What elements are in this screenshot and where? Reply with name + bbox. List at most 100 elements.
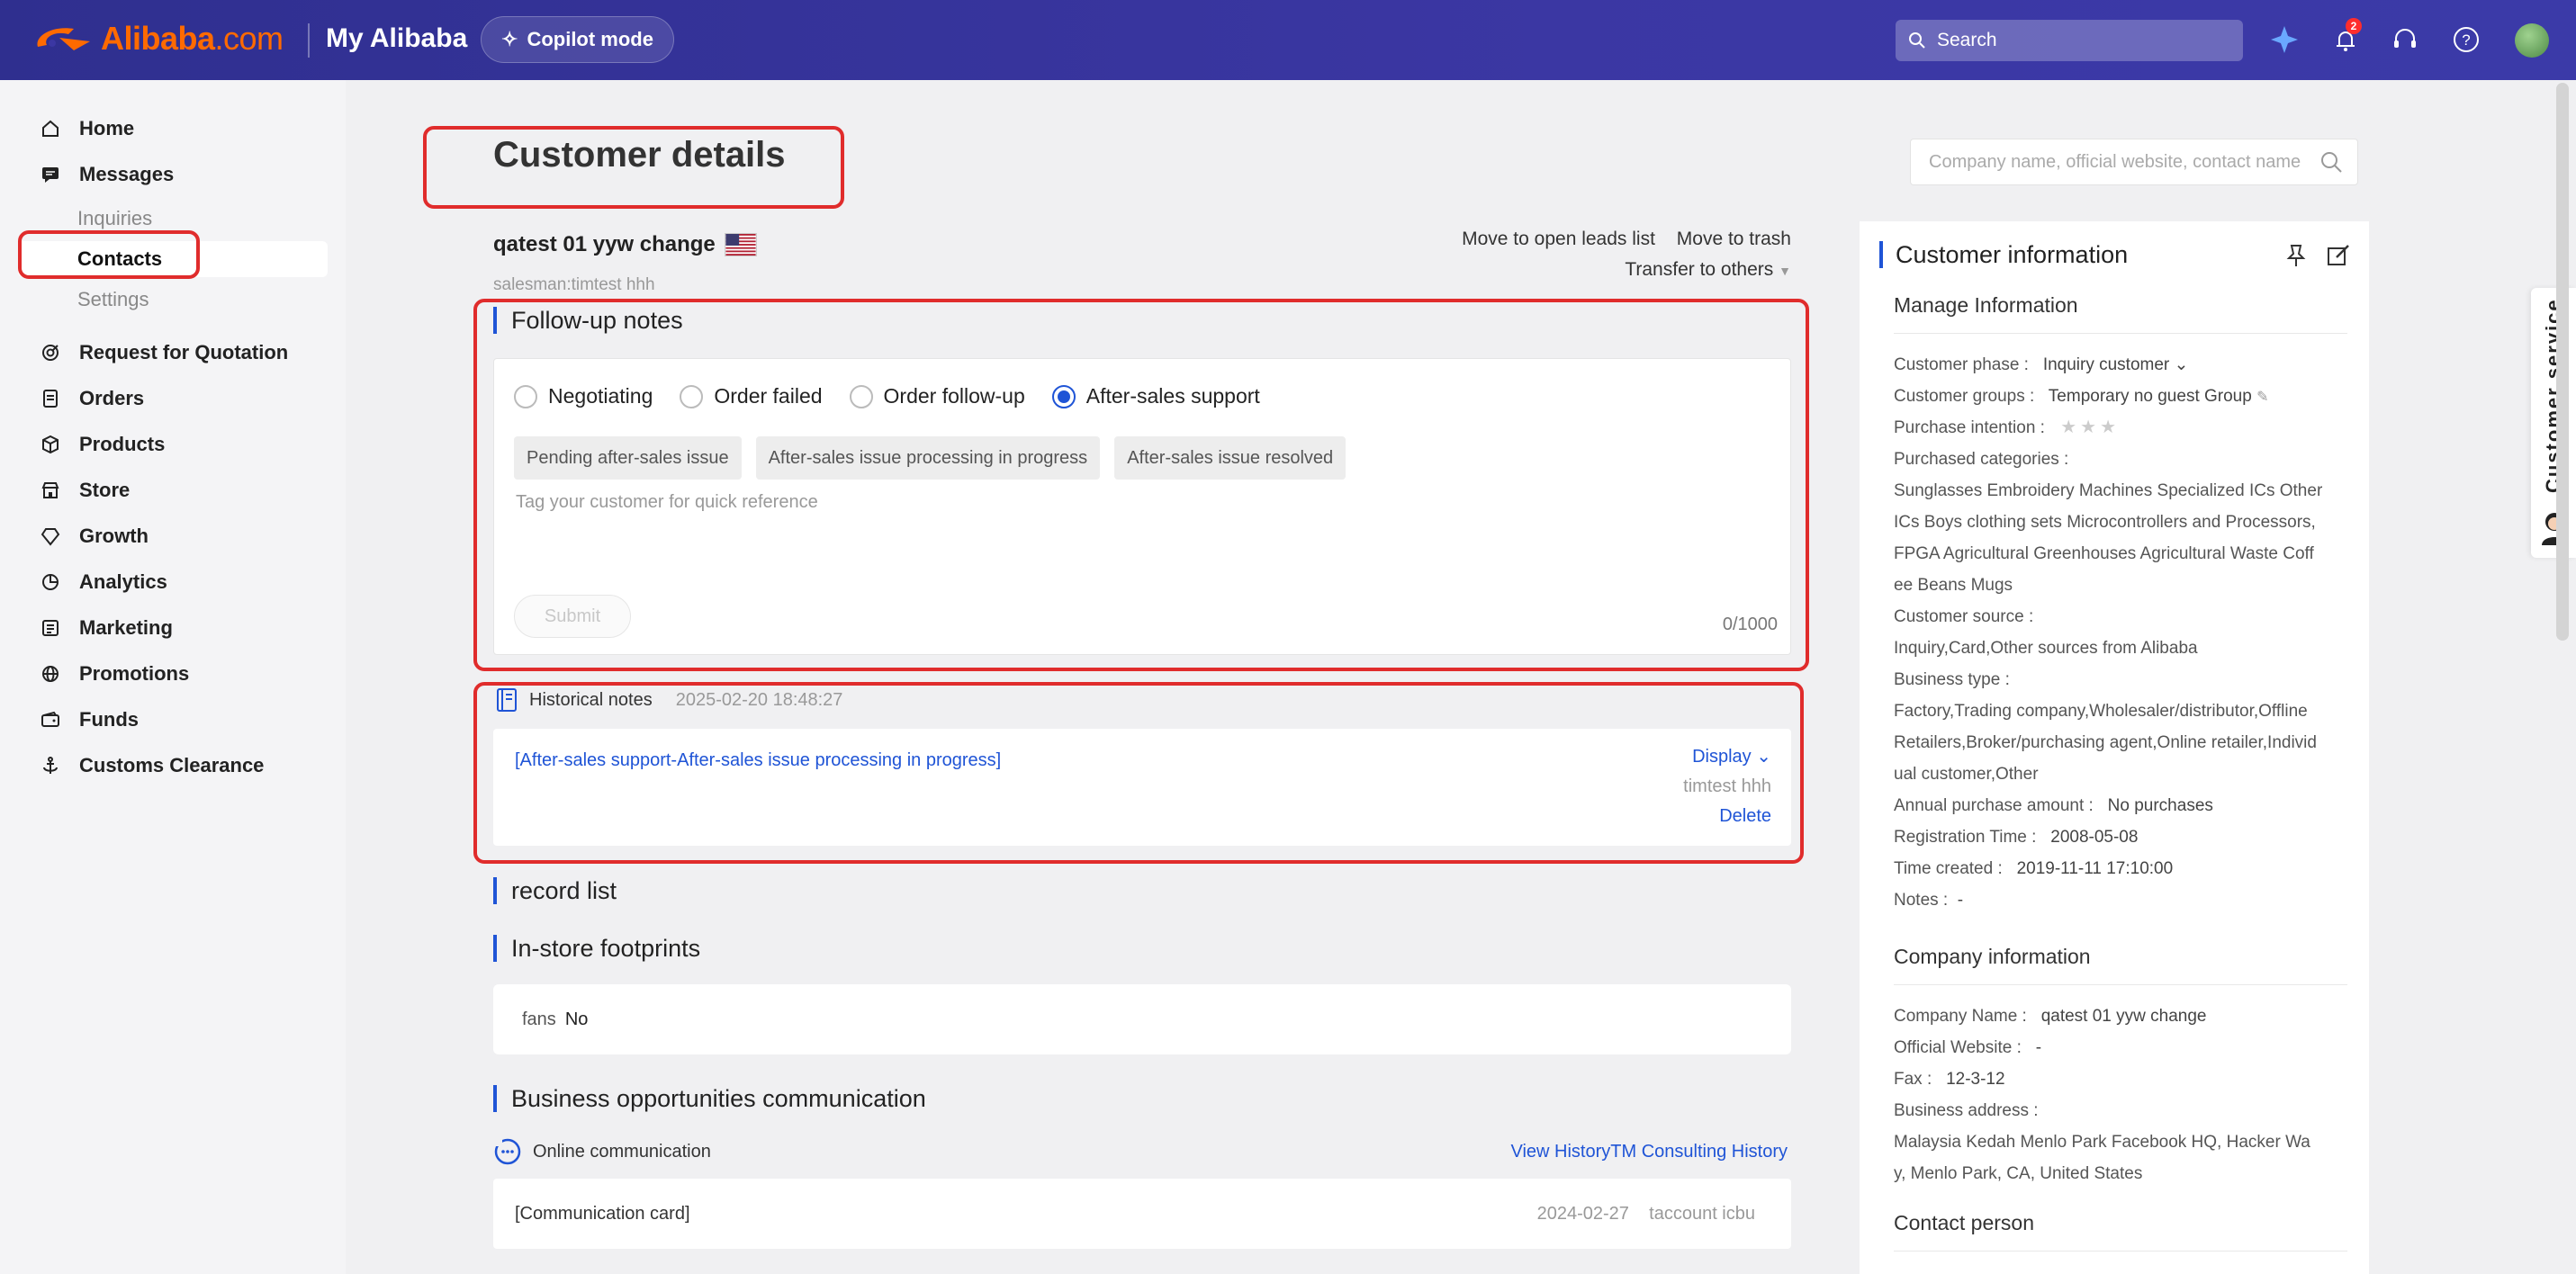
communication-card-meta: 2024-02-27 taccount icbu [1536,1203,1755,1224]
historical-note-text: [After-sales support-After-sales issue p… [515,750,1002,770]
followup-notes-textarea[interactable]: Tag your customer for quick reference [516,492,818,513]
promotions-icon [40,663,61,685]
search-icon[interactable] [2319,150,2343,174]
user-avatar[interactable] [2515,23,2549,58]
edit-icon[interactable] [2326,243,2351,268]
move-to-trash-link[interactable]: Move to trash [1677,229,1791,249]
sidebar-item-rfq[interactable]: Request for Quotation [40,336,288,369]
view-history-link[interactable]: View HistoryTM Consulting History [1511,1142,1788,1162]
headset-icon[interactable] [2389,23,2421,56]
sidebar-item-home[interactable]: Home [40,112,134,145]
business-address-label: Business address : [1894,1101,2039,1120]
chat-bubble-icon [494,1138,521,1165]
radio-circle[interactable] [680,384,704,408]
edit-icon[interactable]: ✎ [2256,390,2268,405]
alibaba-logo-icon[interactable] [32,20,95,61]
radio-circle[interactable] [514,384,537,408]
radio-after-sales-support[interactable]: After-sales support [1051,384,1260,408]
my-alibaba-title[interactable]: My Alibaba [326,23,467,54]
submit-button[interactable]: Submit [514,595,631,638]
sidebar-item-analytics[interactable]: Analytics [40,566,167,598]
tag-after-sales-resolved[interactable]: After-sales issue resolved [1114,436,1347,480]
followup-notes-heading: Follow-up notes [493,307,683,334]
ai-assistant-icon[interactable] [2268,23,2301,56]
purchase-intention-stars[interactable]: ★ ★ ★ [2060,412,2116,444]
historical-note-card: [After-sales support-After-sales issue p… [493,729,1791,846]
business-type-label: Business type : [1894,670,2010,689]
fax-row: Fax : 12-3-12 [1894,1070,2005,1089]
star-icon[interactable]: ★ [2080,412,2096,444]
company-name-row: Company Name : qatest 01 yyw change [1894,1007,2207,1026]
sidebar-subitem-settings[interactable]: Settings [77,288,149,311]
divider [1894,1251,2347,1252]
sidebar-item-products[interactable]: Products [40,428,165,461]
sidebar-subitem-inquiries[interactable]: Inquiries [77,207,152,230]
notes-row: Notes : - [1894,891,1964,910]
notification-count-badge: 2 [2346,18,2362,34]
copilot-mode-button[interactable]: ✧ Copilot mode [481,16,674,63]
tag-pending-after-sales[interactable]: Pending after-sales issue [514,436,742,480]
sidebar-item-orders[interactable]: Orders [40,382,144,415]
online-communication-row: Online communication View HistoryTM Cons… [493,1137,1788,1166]
purchase-intention-row: Purchase intention : ★ ★ ★ [1894,412,2351,444]
note-author: timtest hhh [1683,776,1771,796]
sidebar-item-messages[interactable]: Messages [40,158,174,191]
customer-service-tab[interactable]: Customer service [2531,288,2576,558]
sidebar-item-store[interactable]: Store [40,474,130,507]
growth-icon [40,525,61,547]
top-bar: Alibaba.com My Alibaba ✧ Copilot mode Se… [0,0,2576,80]
radio-negotiating[interactable]: Negotiating [514,384,653,408]
customer-source-value: Inquiry,Card,Other sources from Alibaba [1894,639,2198,658]
marketing-icon [40,617,61,639]
funds-icon [40,709,61,731]
tag-after-sales-processing[interactable]: After-sales issue processing in progress [755,436,1101,480]
sidebar-item-growth[interactable]: Growth [40,520,149,552]
radio-order-failed[interactable]: Order failed [680,384,823,408]
products-icon [40,434,61,455]
global-search-input[interactable]: Search [1896,20,2243,61]
sidebar-item-promotions[interactable]: Promotions [40,658,189,690]
radio-order-follow-up[interactable]: Order follow-up [849,384,1025,408]
notebook-icon [497,688,517,712]
customer-information-heading: Customer information [1879,241,2128,268]
customer-groups-row: Customer groups : Temporary no guest Gro… [1894,387,2269,406]
customer-phase-dropdown[interactable]: Inquiry customer ⌄ [2043,355,2189,374]
sidebar-item-funds[interactable]: Funds [40,704,139,736]
panel-actions [2284,243,2351,268]
pin-icon[interactable] [2284,243,2308,268]
move-to-open-leads-link[interactable]: Move to open leads list [1462,229,1655,249]
page-scrollbar[interactable] [2556,83,2569,641]
followup-notes-panel: Negotiating Order failed Order follow-up… [493,358,1791,655]
chevron-down-icon: ⌄ [2174,355,2189,374]
sidebar-item-marketing[interactable]: Marketing [40,612,173,644]
display-toggle[interactable]: Display ⌄ [1683,745,1771,767]
character-counter: 0/1000 [1722,615,1778,634]
communication-card[interactable]: [Communication card] 2024-02-27 taccount… [493,1179,1791,1249]
record-list-heading: record list [493,877,617,904]
sidebar-item-customs-clearance[interactable]: Customs Clearance [40,749,264,782]
in-store-footprints-heading: In-store footprints [493,935,700,962]
customer-search-input[interactable]: Company name, official website, contact … [1910,139,2358,185]
business-address-line: Malaysia Kedah Menlo Park Facebook HQ, H… [1894,1133,2310,1152]
logo-divider [308,23,310,58]
search-icon [1909,32,1925,49]
sidebar-active-highlight [18,241,328,277]
alibaba-logo-text[interactable]: Alibaba.com [101,20,284,58]
customer-phase-row: Customer phase : Inquiry customer ⌄ [1894,355,2189,374]
page-title: Customer details [493,135,786,175]
help-icon[interactable]: ? [2450,23,2482,56]
sidebar-subitem-contacts[interactable]: Contacts [77,247,162,271]
official-website-row: Official Website : - [1894,1038,2042,1057]
radio-circle[interactable] [849,384,873,408]
transfer-to-others-dropdown[interactable]: Transfer to others ▼ [1446,259,1791,281]
customer-name: qatest 01 yyw change [493,232,757,257]
star-icon[interactable]: ★ [2060,412,2076,444]
customer-information-panel: Customer information Manage Information … [1860,221,2369,1274]
radio-circle-selected[interactable] [1051,384,1076,408]
star-icon[interactable]: ★ [2100,412,2116,444]
delete-note-link[interactable]: Delete [1683,806,1771,827]
historical-note-actions: Display ⌄ timtest hhh Delete [1683,745,1771,827]
svg-text:?: ? [2462,31,2470,49]
sparkle-icon: ✧ [501,28,518,50]
business-type-line: Factory,Trading company,Wholesaler/distr… [1894,702,2308,721]
